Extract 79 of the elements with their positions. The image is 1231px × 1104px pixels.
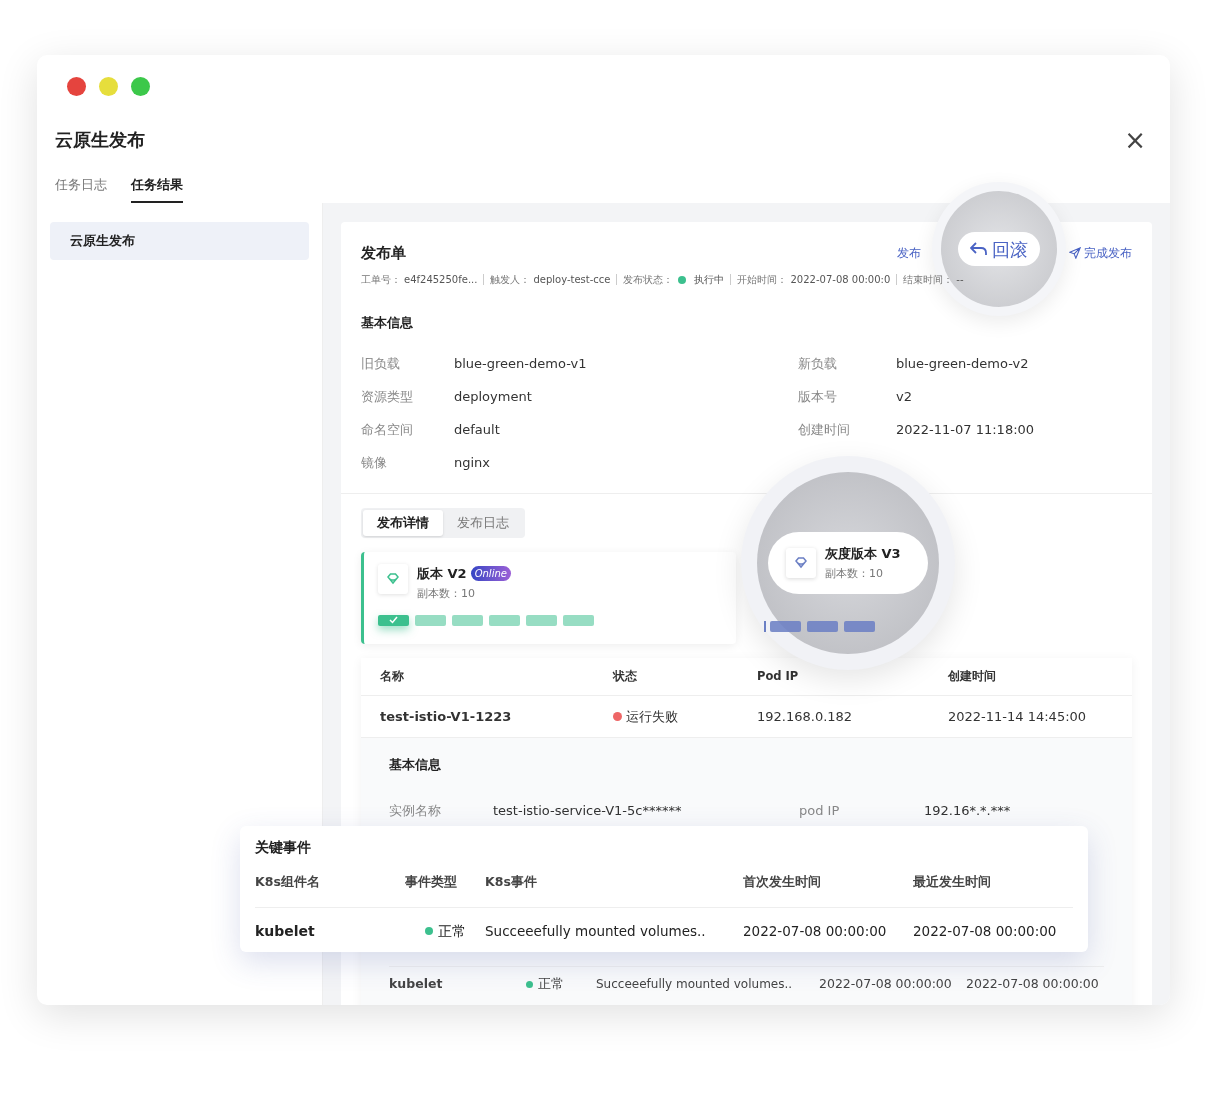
table-cell-text: test-istio-V1-1223	[380, 707, 513, 726]
meta-value: 2022-07-08 00:00:0	[790, 273, 891, 287]
table-cell-text: Succeeefully mounted volumes..	[485, 921, 707, 941]
meta-label: 开始时间：	[737, 273, 788, 287]
section-title: 基本信息	[389, 755, 442, 774]
version-title: 灰度版本 V3	[825, 545, 901, 563]
send-icon	[1069, 246, 1081, 259]
field-label: 镜像	[361, 453, 388, 472]
field-value: test-istio-service-V1-5c******	[493, 801, 683, 820]
column-header: 事件类型	[405, 873, 458, 892]
tab[interactable]: 任务结果	[131, 175, 183, 203]
field-value: 2022-11-07 11:18:00	[896, 420, 1035, 439]
diamond-icon	[385, 570, 401, 587]
tab[interactable]: 任务日志	[55, 175, 107, 203]
meta-value: deploy-test-cce	[533, 273, 611, 287]
version-title: 版本 V2	[417, 564, 467, 583]
table-cell-text: 2022-07-08 00:00:00	[819, 974, 953, 993]
sidebar-item[interactable]: 云原生发布	[50, 221, 309, 260]
column-header: K8s组件名	[255, 873, 321, 892]
field-label: 旧负载	[361, 354, 401, 373]
check-icon	[389, 616, 398, 625]
table-cell-text: 2022-07-08 00:00:00	[913, 921, 1058, 941]
column-header: 名称	[380, 667, 405, 685]
field-value: nginx	[454, 453, 491, 472]
field-label: 命名空间	[361, 420, 414, 439]
window-title: 云原生发布	[55, 128, 145, 152]
replica-count: 10	[869, 565, 883, 582]
field-value: v2	[896, 387, 912, 406]
sub-tab[interactable]: 发布详情	[363, 509, 443, 536]
field-label: 资源类型	[361, 387, 414, 406]
table-cell-text: 2022-07-08 00:00:00	[966, 974, 1100, 993]
meta-label: 发布状态：	[623, 273, 674, 287]
field-label: 创建时间	[798, 420, 851, 439]
close-button[interactable]: ×	[1124, 126, 1146, 153]
field-label: 版本号	[798, 387, 838, 406]
table-cell-text: 正常	[438, 921, 466, 941]
online-badge: Online	[470, 566, 511, 581]
column-header: 最近发生时间	[913, 873, 992, 892]
field-value: deployment	[454, 387, 532, 406]
meta-value: --	[956, 273, 964, 287]
meta-label: 触发人：	[490, 273, 531, 287]
table-cell-text: Succeeefully mounted volumes..	[596, 976, 794, 993]
column-header: 创建时间	[948, 667, 997, 685]
replica-count: 10	[461, 586, 475, 603]
section-title: 基本信息	[361, 314, 414, 332]
table-cell-text: 192.168.0.182	[757, 707, 854, 726]
undo-icon	[970, 241, 988, 257]
field-value: 192.16*.*.***	[924, 801, 1011, 820]
meta-value: 执行中	[694, 273, 725, 287]
table-cell-text: 2022-11-14 14:45:00	[948, 707, 1088, 726]
field-label: 实例名称	[389, 801, 442, 820]
field-value: blue-green-demo-v1	[454, 354, 587, 373]
table-cell-text: 2022-07-08 00:00:00	[743, 921, 888, 941]
complete-release-link[interactable]: 完成发布	[1069, 243, 1132, 262]
table-cell-text: kubelet	[389, 974, 444, 993]
version-pill[interactable]: 灰度版本 V3 副本数：10	[768, 532, 928, 594]
column-header: K8s事件	[485, 873, 538, 892]
table-cell-text: 运行失败	[626, 707, 678, 726]
column-header: 首次发生时间	[743, 873, 822, 892]
table-cell-text: 正常	[538, 974, 564, 993]
version-card[interactable]: 版本 V2 Online 副本数：10	[361, 551, 736, 644]
table-cell-text: kubelet	[255, 921, 316, 941]
field-value: blue-green-demo-v2	[896, 354, 1029, 373]
diamond-icon	[793, 555, 809, 571]
rollback-button[interactable]: 回滚	[958, 232, 1040, 266]
replica-label: 副本数：	[417, 586, 461, 603]
card-title: 发布单	[361, 242, 406, 264]
panel-title: 关键事件	[255, 838, 312, 857]
meta-value: e4f245250fe...	[404, 273, 478, 287]
meta-label: 结束时间：	[903, 273, 954, 287]
field-value: default	[454, 420, 500, 439]
column-header: 状态	[613, 667, 638, 685]
replica-label: 副本数：	[825, 565, 869, 582]
field-label: 新负载	[798, 354, 838, 373]
field-label: pod IP	[799, 801, 841, 820]
meta-label: 工单号：	[361, 273, 401, 287]
sub-tab[interactable]: 发布日志	[443, 509, 523, 536]
status-link[interactable]: 发布	[897, 243, 921, 262]
column-header: Pod IP	[757, 667, 800, 685]
